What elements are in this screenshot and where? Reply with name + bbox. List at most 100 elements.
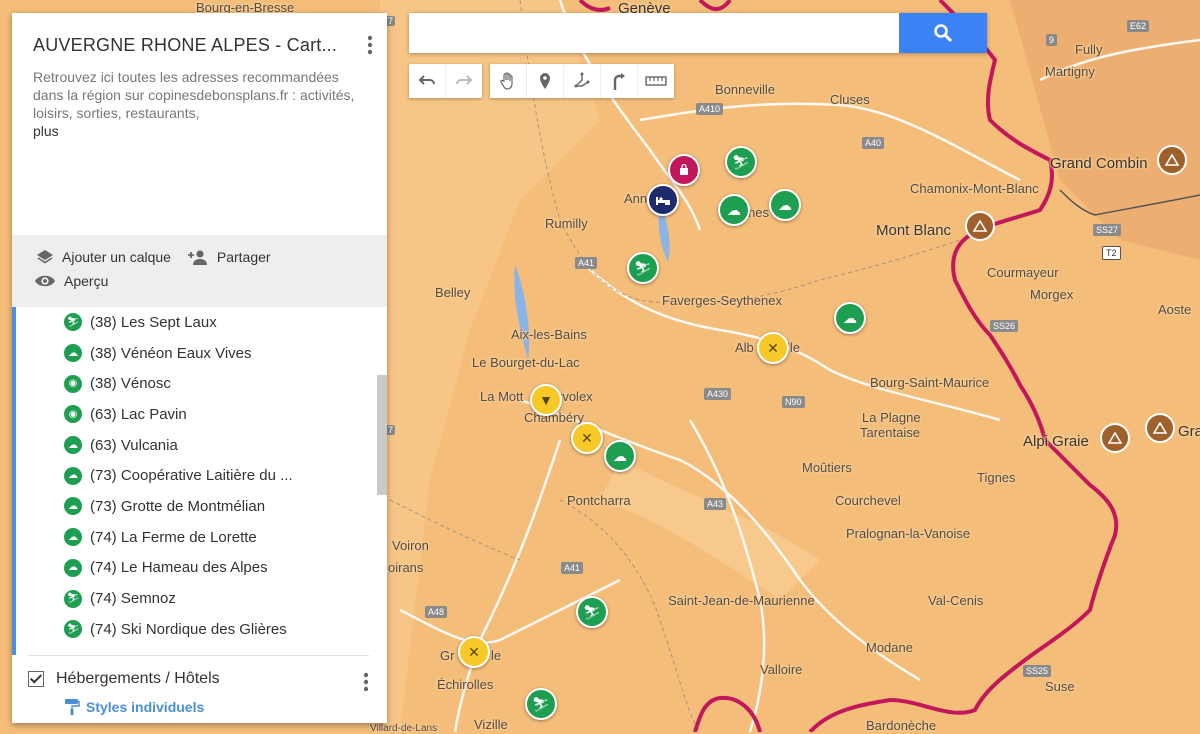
preview-button[interactable]: Aperçu [34, 269, 108, 293]
list-item-label: (38) Vénosc [90, 375, 171, 393]
draw-line-button[interactable] [563, 64, 600, 98]
place-marker-icon[interactable]: ☁ [834, 302, 866, 334]
place-grenoble-b: le [491, 648, 502, 663]
individual-styles-link[interactable]: Styles individuels [28, 698, 369, 716]
place-icon: ☁ [64, 497, 82, 516]
layer-checkbox[interactable] [28, 671, 44, 687]
list-scrollbar[interactable] [377, 375, 387, 495]
eye-icon [35, 275, 55, 287]
road-a430: A430 [704, 388, 732, 400]
place-bourg-saint-maurice: Bourg-Saint-Maurice [870, 375, 990, 390]
place-chamonix: Chamonix-Mont-Blanc [910, 181, 1039, 196]
layer-options-button[interactable] [363, 672, 369, 697]
map-toolbar [409, 64, 674, 98]
place-echirolles: Échirolles [437, 677, 494, 692]
place-aoste: Aoste [1158, 302, 1192, 317]
place-marker-icon[interactable]: ☁ [769, 189, 801, 221]
add-person-icon [187, 250, 207, 265]
list-item[interactable]: ☁ (38) Vénéon Eaux Vives [16, 338, 387, 369]
search-input[interactable] [409, 13, 899, 53]
place-bourget-du-lac: Le Bourget-du-Lac [472, 355, 580, 370]
restaurant-marker-icon[interactable]: ✕ [571, 422, 603, 454]
list-item-label: (63) Vulcania [90, 436, 178, 454]
add-layer-button[interactable]: Ajouter un calque [36, 245, 171, 269]
place-gra: Gra [1178, 423, 1200, 440]
add-layer-label: Ajouter un calque [62, 249, 171, 265]
restaurant-marker-icon[interactable]: ✕ [458, 636, 490, 668]
hotel-marker-icon[interactable] [647, 184, 679, 216]
list-item-label: (73) Coopérative Laitière du ... [90, 467, 293, 485]
ski-marker-icon[interactable]: ⛷ [627, 252, 659, 284]
paint-roller-icon [65, 699, 80, 715]
list-item[interactable]: ⛷ (38) Les Sept Laux [16, 307, 387, 338]
place-modane: Modane [866, 640, 913, 655]
ski-marker-icon[interactable]: ⛷ [725, 146, 757, 178]
layer-name[interactable]: Hébergements / Hôtels [56, 670, 220, 688]
place-alpi-graie: Alpi Graie [1023, 433, 1089, 450]
add-marker-button[interactable] [526, 64, 563, 98]
list-item-label: (74) Le Hameau des Alpes [90, 559, 268, 577]
place-icon: ☁ [64, 344, 82, 363]
list-item[interactable]: ☁ (74) Le Hameau des Alpes [16, 553, 387, 584]
map-options-button[interactable] [367, 35, 373, 60]
road-9: 9 [1046, 34, 1058, 46]
search-button[interactable] [899, 13, 987, 53]
layer-hebergements: Hébergements / Hôtels Styles individuels [28, 655, 369, 716]
share-button[interactable]: Partager [187, 245, 271, 269]
bar-marker-icon[interactable]: ▼ [530, 384, 562, 416]
ski-marker-icon[interactable]: ⛷ [525, 688, 557, 720]
layer-actions: Ajouter un calque Partager Aperçu [12, 235, 387, 307]
ski-marker-icon[interactable]: ⛷ [576, 596, 608, 628]
place-val-cenis: Val-Cenis [928, 593, 984, 608]
list-item-label: (74) La Ferme de Lorette [90, 528, 257, 546]
share-label: Partager [216, 249, 271, 265]
list-item[interactable]: ☁ (74) La Ferme de Lorette [16, 522, 387, 553]
pan-tool-button[interactable] [490, 64, 526, 98]
place-morgex: Morgex [1030, 287, 1074, 302]
more-link[interactable]: plus [33, 123, 59, 139]
more-vert-icon [367, 35, 373, 55]
list-item[interactable]: ☁ (73) Grotte de Montmélian [16, 491, 387, 522]
mountain-peak-icon[interactable] [1145, 413, 1175, 443]
place-rumilly: Rumilly [545, 216, 588, 231]
measure-button[interactable] [637, 64, 674, 98]
map-title[interactable]: AUVERGNE RHONE ALPES - Cart... [33, 35, 365, 56]
mountain-peak-icon[interactable] [1100, 423, 1130, 453]
list-item[interactable]: ⛷ (74) Semnoz [16, 583, 387, 614]
place-marker-icon[interactable]: ☁ [604, 440, 636, 472]
place-pontcharra: Pontcharra [567, 493, 631, 508]
place-faverges: Faverges-Seythenex [662, 293, 782, 308]
road-ss26: SS26 [990, 320, 1019, 332]
place-voiron: Voiron [392, 538, 429, 553]
place-grenoble-a: Gr [440, 648, 455, 663]
polyline-icon [574, 72, 590, 88]
place-mont-blanc: Mont Blanc [876, 222, 952, 239]
more-vert-icon [363, 672, 369, 692]
place-marker-icon[interactable]: ☁ [718, 194, 750, 226]
search-icon [934, 24, 953, 43]
redo-button[interactable] [445, 64, 482, 98]
road-a43: A43 [704, 498, 727, 510]
list-item[interactable]: ☁ (63) Vulcania [16, 430, 387, 461]
list-item[interactable]: ⛷ (74) Ski Nordique des Glières [16, 614, 387, 645]
shopping-marker-icon[interactable] [668, 154, 700, 186]
place-suse: Suse [1045, 679, 1075, 694]
individual-styles-label: Styles individuels [86, 699, 205, 715]
restaurant-marker-icon[interactable]: ✕ [757, 332, 789, 364]
map-legend-panel: AUVERGNE RHONE ALPES - Cart... Retrouvez… [12, 13, 387, 723]
road-ss25: SS25 [1023, 665, 1052, 677]
undo-button[interactable] [409, 64, 445, 98]
place-moutiers: Moûtiers [802, 460, 852, 475]
mountain-peak-icon[interactable] [965, 211, 995, 241]
place-fully: Fully [1075, 42, 1103, 57]
place-annecy: Ann [624, 191, 648, 206]
list-item[interactable]: ☁ (73) Coopérative Laitière du ... [16, 460, 387, 491]
list-item-label: (63) Lac Pavin [90, 405, 187, 423]
list-item[interactable]: ◉ (63) Lac Pavin [16, 399, 387, 430]
place-saint-jean: Saint-Jean-de-Maurienne [668, 593, 815, 608]
place-bardonneche: Bardonèche [866, 718, 937, 733]
road-a48: A48 [425, 606, 448, 618]
directions-button[interactable] [600, 64, 637, 98]
list-item[interactable]: ◉ (38) Vénosc [16, 368, 387, 399]
mountain-peak-icon[interactable] [1157, 145, 1187, 175]
